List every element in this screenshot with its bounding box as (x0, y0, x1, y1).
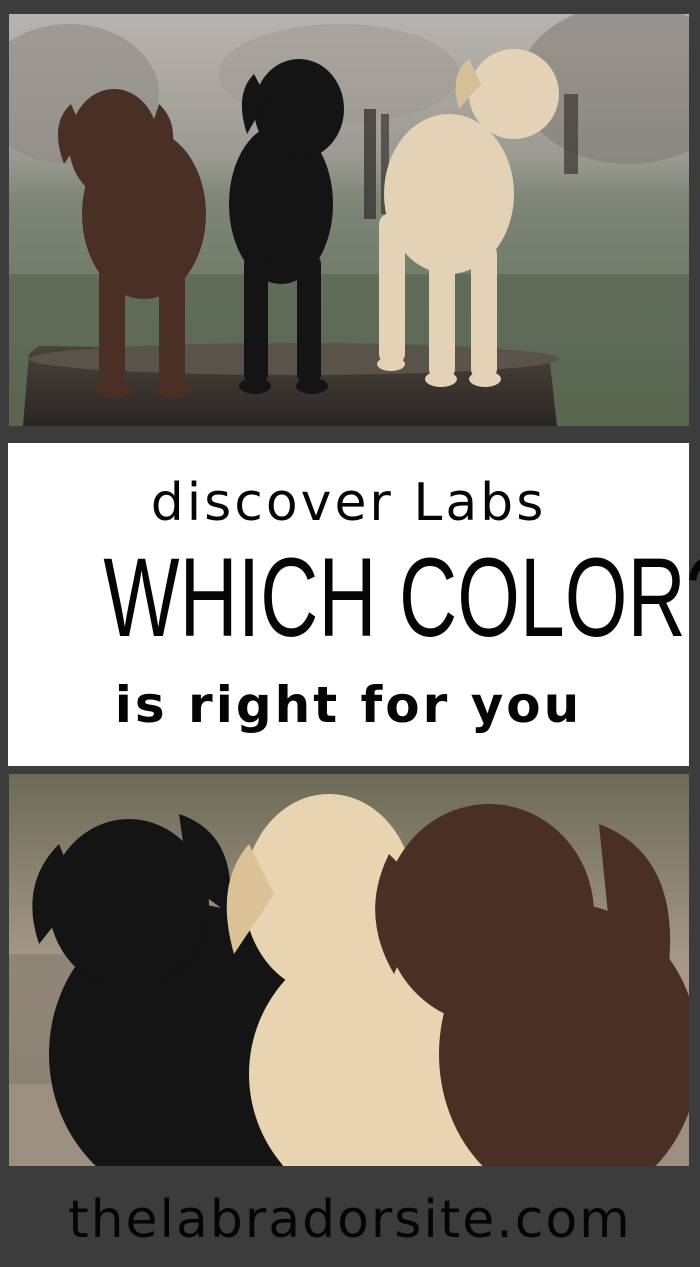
headline-panel: discover Labs WHICH COLOR? is right for … (8, 443, 700, 766)
site-url-footer: thelabradorsite.com (68, 1190, 632, 1250)
headline-line-discover-labs: discover Labs (150, 473, 547, 533)
bottom-photo-three-lab-portraits (9, 774, 689, 1166)
headline-line-which-color: WHICH COLOR? (103, 535, 700, 660)
top-photo-three-labs-on-stump (9, 14, 689, 426)
headline-line-right-for-you: is right for you (114, 676, 583, 734)
